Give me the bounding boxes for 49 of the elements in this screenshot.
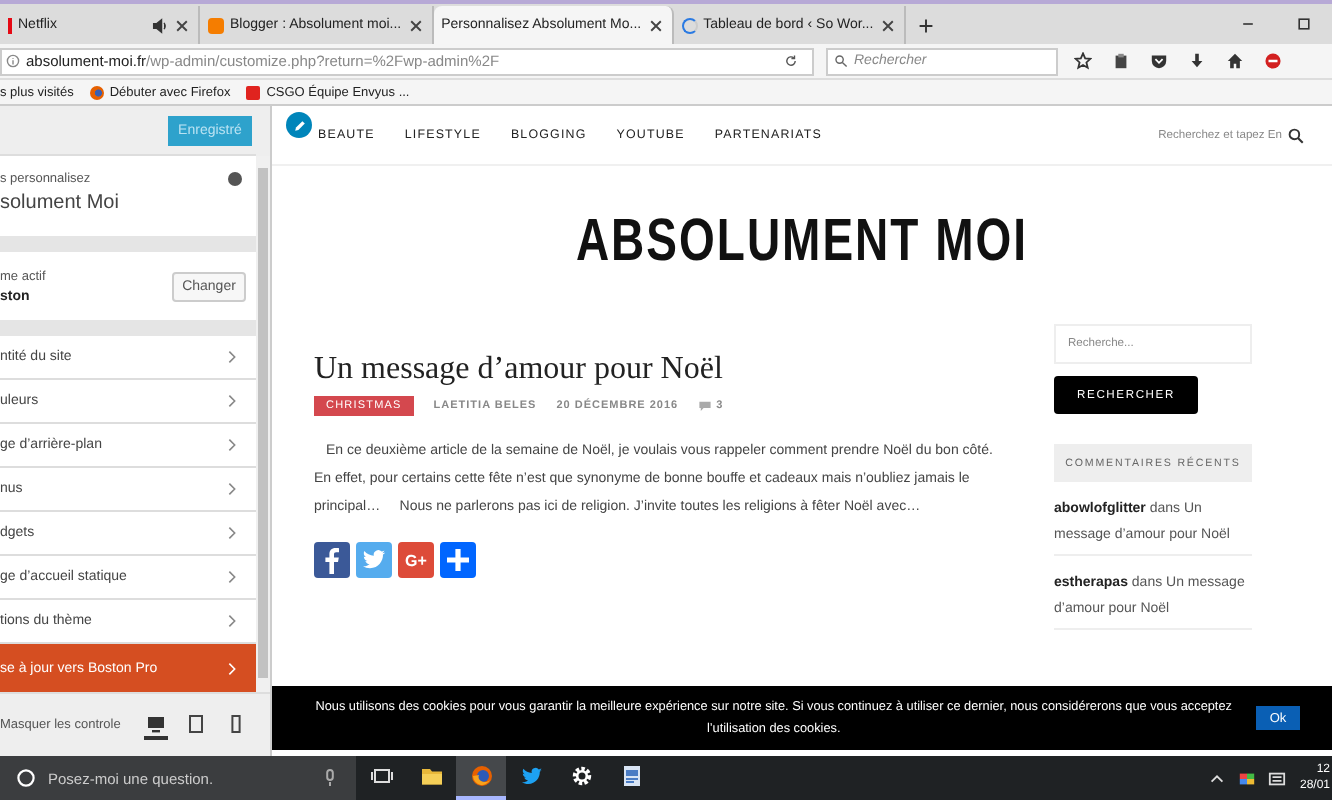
pencil-icon [291,117,307,133]
home-icon[interactable] [1226,52,1244,70]
chevron-icon [228,394,236,408]
bookmark-star-icon[interactable] [1074,52,1092,70]
firefox-icon [89,85,104,99]
speaker-icon[interactable] [152,17,168,33]
notification-icon[interactable] [1267,769,1286,787]
close-icon[interactable] [174,17,190,33]
loading-icon [681,17,698,33]
chevron-icon [228,438,236,452]
blogger-icon [208,17,224,33]
tablet-preview-button[interactable] [184,711,209,739]
plus-share-icon[interactable] [440,542,476,578]
phone-icon [226,713,247,733]
info-icon[interactable] [6,54,20,68]
chevron-icon [228,661,236,675]
bookmark-icon [246,85,261,99]
maximize-icon[interactable] [1296,16,1312,32]
cortana-icon [16,768,36,788]
chevron-icon [228,482,236,496]
clipboard-icon[interactable] [1112,52,1130,70]
help-icon[interactable] [228,172,242,186]
close-icon[interactable] [407,17,424,33]
chevron-icon [228,570,236,584]
desktop-preview-button[interactable] [144,711,169,739]
edit-pencil-button[interactable] [286,112,312,138]
firefox-taskbar-icon[interactable] [456,756,506,800]
colorful-tray-icon[interactable] [1237,769,1256,787]
site-title[interactable]: ABSOLUMENT MOI [575,205,1029,277]
search-icon [834,54,848,68]
google-plus-share-button[interactable]: G+ [398,542,434,578]
close-icon[interactable] [879,17,896,33]
download-icon[interactable] [1188,52,1206,70]
close-icon[interactable] [647,17,664,33]
site-name: solument Moi [0,192,119,214]
pocket-icon[interactable] [1150,52,1168,70]
reload-icon[interactable] [784,54,798,68]
comment-icon [698,400,713,412]
facebook-share-icon[interactable] [314,542,350,578]
post-title[interactable]: Un message d’amour pour Noël [314,352,994,388]
new-tab-icon[interactable] [917,18,934,34]
search-icon[interactable] [1288,127,1304,143]
adblock-icon[interactable] [1264,52,1282,70]
monitor-icon [146,713,167,733]
tablet-icon [186,713,207,733]
chevron-icon [228,526,236,540]
microphone-icon[interactable] [320,768,340,788]
chevron-icon [228,350,236,364]
chevron-icon [228,614,236,628]
